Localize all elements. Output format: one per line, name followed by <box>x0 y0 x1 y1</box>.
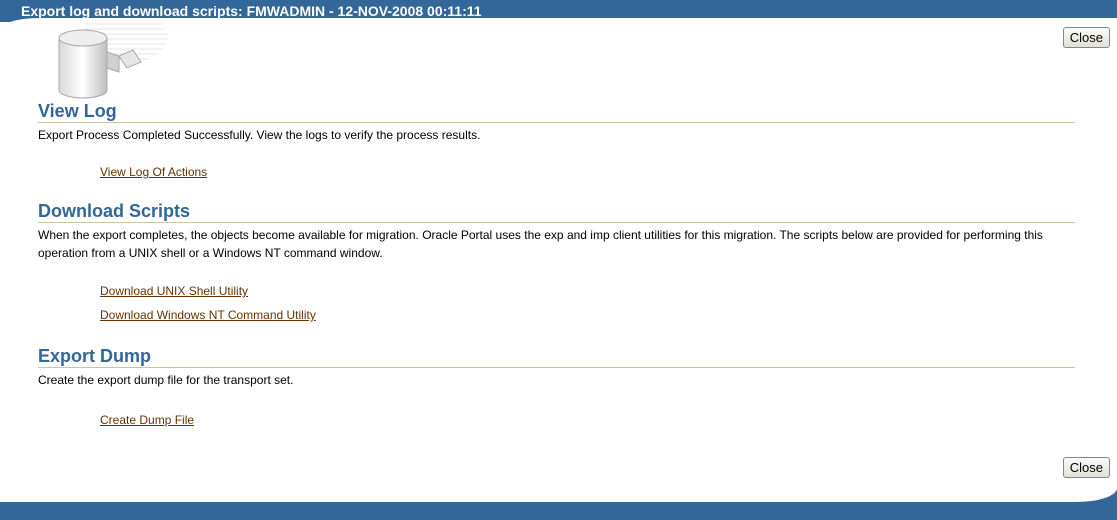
export-dump-section: Export Dump Create the export dump file … <box>38 346 1075 389</box>
download-scripts-heading: Download Scripts <box>38 201 1075 223</box>
view-log-heading: View Log <box>38 101 1075 123</box>
view-log-section: View Log Export Process Completed Succes… <box>38 101 1075 144</box>
view-log-description: Export Process Completed Successfully. V… <box>38 128 481 142</box>
footer-bar <box>0 500 1117 520</box>
close-button-bottom[interactable]: Close <box>1062 457 1110 478</box>
database-icon <box>45 22 170 107</box>
export-dump-heading: Export Dump <box>38 346 1075 368</box>
close-button-top[interactable]: Close <box>1062 27 1110 48</box>
footer-curve <box>0 486 1117 502</box>
window-title: Export log and download scripts: FMWADMI… <box>21 3 482 19</box>
download-unix-shell-link[interactable]: Download UNIX Shell Utility <box>100 284 248 298</box>
download-scripts-section: Download Scripts When the export complet… <box>38 201 1075 262</box>
download-windows-nt-link[interactable]: Download Windows NT Command Utility <box>100 308 316 322</box>
view-log-of-actions-link[interactable]: View Log Of Actions <box>100 165 207 179</box>
create-dump-file-link[interactable]: Create Dump File <box>100 413 194 427</box>
download-scripts-description: When the export completes, the objects b… <box>38 228 1043 260</box>
export-dump-description: Create the export dump file for the tran… <box>38 373 294 387</box>
